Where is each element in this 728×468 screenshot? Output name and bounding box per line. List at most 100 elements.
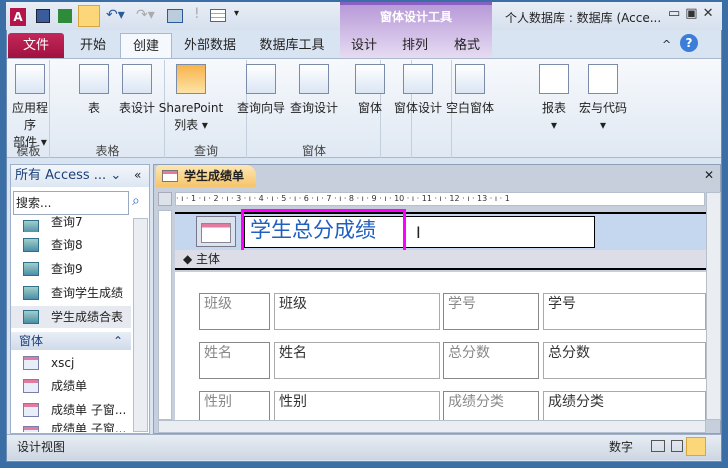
redo-icon[interactable]: ↷▾ bbox=[136, 7, 155, 23]
application-parts-button[interactable]: 应用程序部件 ▾ bbox=[10, 64, 50, 151]
nav-item-query[interactable]: 学生成绩合表 bbox=[11, 306, 131, 328]
detail-section-bar[interactable]: ◆ 主体 bbox=[175, 250, 706, 270]
nav-item-query[interactable]: 查询8 bbox=[11, 234, 131, 256]
query-design-button[interactable]: 查询设计 bbox=[289, 64, 339, 117]
form-design-button[interactable]: 窗体设计 bbox=[393, 64, 443, 117]
nav-search-input[interactable]: 搜索... bbox=[13, 191, 129, 215]
tab-format[interactable]: 格式 bbox=[444, 33, 490, 58]
design-view-icon[interactable] bbox=[686, 437, 706, 456]
save-icon[interactable] bbox=[36, 9, 50, 23]
field-label[interactable]: 姓名 bbox=[199, 342, 270, 379]
horizontal-scrollbar[interactable] bbox=[158, 420, 706, 433]
search-icon[interactable]: ⌕ bbox=[132, 193, 140, 209]
tab-external-data[interactable]: 外部数据 bbox=[176, 33, 244, 58]
nav-item-form[interactable]: 成绩单 子窗... bbox=[11, 399, 131, 421]
restore-icon[interactable]: ▣ bbox=[685, 6, 702, 21]
form-icon bbox=[23, 379, 39, 393]
field-label[interactable]: 学号 bbox=[443, 293, 539, 330]
nav-item-form[interactable]: 成绩单 子窗... bbox=[11, 422, 131, 432]
field-textbox[interactable]: 学号 bbox=[543, 293, 706, 330]
btn-label: 应用程序 bbox=[11, 101, 48, 132]
close-icon[interactable]: ✕ bbox=[703, 6, 719, 21]
field-textbox[interactable]: 成绩分类 bbox=[543, 391, 706, 420]
field-label[interactable]: 总分数 bbox=[443, 342, 539, 379]
form-icon bbox=[23, 356, 39, 370]
report-icon bbox=[539, 64, 569, 94]
view-switch-icon[interactable] bbox=[167, 9, 183, 23]
macro-code-button[interactable]: 宏与代码 ▾ bbox=[578, 64, 628, 134]
blank-form-icon bbox=[455, 64, 485, 94]
btn-label: 部件 ▾ bbox=[13, 135, 47, 149]
layout-view-icon[interactable] bbox=[671, 440, 683, 452]
btn-label: 列表 ▾ bbox=[174, 118, 208, 132]
nav-item-query[interactable]: 查询7 bbox=[11, 216, 131, 232]
nav-item-query[interactable]: 查询9 bbox=[11, 258, 131, 280]
nav-group-forms[interactable]: 窗体 ⌃ bbox=[11, 332, 131, 350]
run-icon[interactable]: ! bbox=[194, 6, 200, 22]
btn-label: 查询设计 bbox=[289, 101, 338, 115]
nav-item-form[interactable]: xscj bbox=[11, 352, 131, 374]
contextual-group-label: 窗体设计工具 bbox=[379, 10, 452, 24]
query-design-icon bbox=[299, 64, 329, 94]
field-textbox[interactable]: 姓名 bbox=[274, 342, 440, 379]
field-textbox[interactable]: 性别 bbox=[274, 391, 440, 420]
tab-home[interactable]: 开始 bbox=[70, 33, 116, 58]
undo-icon[interactable]: ↶▾ bbox=[106, 7, 125, 23]
query-wizard-icon bbox=[246, 64, 276, 94]
macro-icon bbox=[588, 64, 618, 94]
btn-label: 窗体 bbox=[357, 101, 382, 115]
btn-label: SharePoint bbox=[158, 101, 224, 115]
help-icon[interactable]: ? bbox=[680, 34, 698, 52]
datasheet-icon[interactable] bbox=[210, 9, 226, 22]
btn-label: 宏与代码 bbox=[578, 101, 627, 115]
table-design-button[interactable]: 表设计 bbox=[117, 64, 157, 117]
tab-file[interactable]: 文件 bbox=[8, 33, 64, 58]
field-label[interactable]: 班级 bbox=[199, 293, 270, 330]
tab-document[interactable]: 学生成绩单 bbox=[156, 165, 256, 187]
minimize-ribbon-icon[interactable]: ^ bbox=[662, 38, 671, 51]
logo-control[interactable] bbox=[196, 216, 236, 247]
customize-toolbar-icon[interactable]: ▾ bbox=[234, 8, 239, 19]
form-title-label[interactable]: 学生总分成绩 bbox=[241, 209, 406, 253]
btn-label: 空白窗体 bbox=[445, 101, 494, 115]
tab-database-tools[interactable]: 数据库工具 bbox=[248, 33, 336, 58]
nav-pane-header[interactable]: 所有 Access ... ⌄ bbox=[11, 165, 149, 187]
design-view-icon[interactable] bbox=[78, 5, 100, 27]
close-document-icon[interactable]: ✕ bbox=[704, 168, 714, 182]
field-label[interactable]: 成绩分类 bbox=[443, 391, 539, 420]
form-view-icon[interactable] bbox=[651, 440, 665, 452]
collapse-pane-icon[interactable]: « bbox=[134, 168, 141, 182]
btn-label: 报表 bbox=[541, 101, 566, 115]
minimize-icon[interactable]: ▭ bbox=[668, 6, 685, 21]
group-label-queries: 查询 bbox=[193, 144, 218, 158]
vertical-scrollbar[interactable] bbox=[706, 192, 721, 420]
nav-dropdown-icon[interactable]: ⌄ bbox=[110, 168, 121, 183]
tab-arrange[interactable]: 排列 bbox=[390, 33, 440, 58]
table-button[interactable]: 表 bbox=[78, 64, 110, 117]
field-label[interactable]: 性别 bbox=[199, 391, 270, 420]
nav-scrollbar[interactable] bbox=[133, 218, 148, 432]
form-icon bbox=[355, 64, 385, 94]
btn-label: 查询向导 bbox=[236, 101, 285, 115]
tab-design[interactable]: 设计 bbox=[342, 33, 386, 58]
excel-icon[interactable] bbox=[58, 9, 72, 23]
tab-create[interactable]: 创建 bbox=[120, 33, 172, 58]
nav-item-query[interactable]: 查询学生成绩 bbox=[11, 282, 131, 304]
access-logo-icon[interactable]: A bbox=[10, 8, 26, 26]
nav-item-form[interactable]: 成绩单 bbox=[11, 375, 131, 397]
form-button[interactable]: 窗体 bbox=[352, 64, 388, 117]
field-textbox[interactable]: 班级 bbox=[274, 293, 440, 330]
sharepoint-lists-button[interactable]: SharePoint 列表 ▾ bbox=[158, 64, 224, 134]
report-button[interactable]: 报表 ▾ bbox=[537, 64, 571, 134]
btn-label: 表 bbox=[87, 101, 100, 115]
window-title: 个人数据库 : 数据库 (Acce... bbox=[505, 11, 662, 25]
query-wizard-button[interactable]: 查询向导 bbox=[236, 64, 286, 117]
query-icon bbox=[23, 310, 39, 324]
blank-form-button[interactable]: 空白窗体 bbox=[445, 64, 495, 117]
field-textbox[interactable]: 总分数 bbox=[543, 342, 706, 379]
numlock-indicator: 数字 bbox=[609, 440, 634, 454]
form-title-text: 学生总分成绩 bbox=[250, 218, 376, 242]
query-icon bbox=[23, 286, 39, 300]
window-controls[interactable]: ▭▣✕ bbox=[668, 6, 719, 21]
form-selector[interactable] bbox=[158, 192, 172, 206]
